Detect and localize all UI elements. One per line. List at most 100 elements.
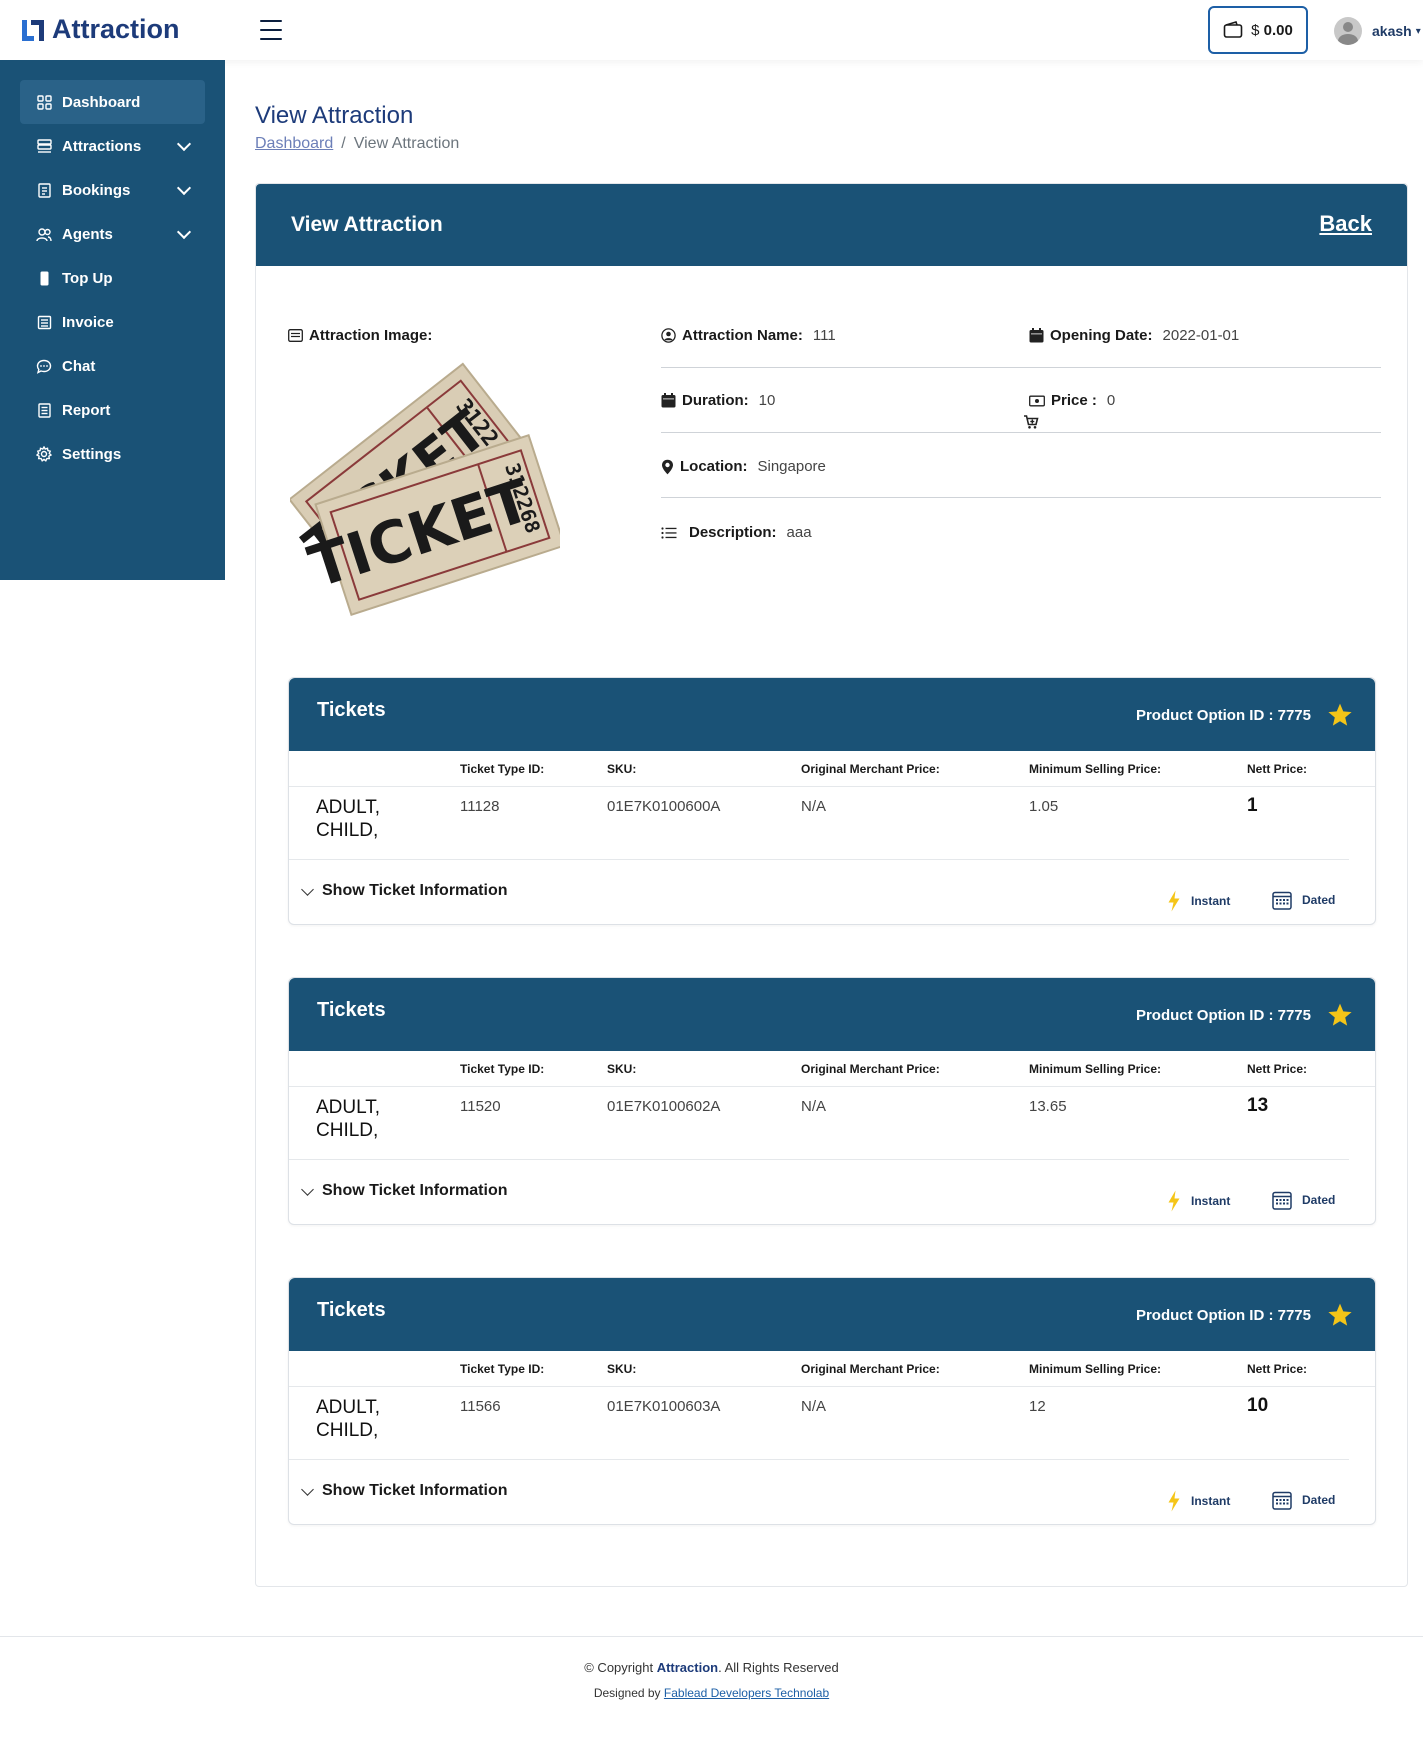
- star-icon[interactable]: [1327, 1002, 1353, 1028]
- product-option-id: Product Option ID : 7775: [1135, 707, 1311, 724]
- ticket-card-header: Tickets Product Option ID : 7775: [289, 678, 1375, 751]
- attraction-image-field: Attraction Image:: [288, 327, 432, 344]
- divider: [661, 497, 1381, 498]
- sidebar-item-settings[interactable]: Settings: [20, 432, 205, 476]
- ticket-nett-price: 13: [1247, 1095, 1269, 1116]
- sidebar-item-label: Attractions: [62, 137, 142, 155]
- ticket-min-selling-price: 12: [1029, 1398, 1046, 1415]
- show-ticket-info-toggle[interactable]: Show Ticket Information: [301, 1482, 508, 1500]
- instant-label: Instant: [1191, 894, 1231, 908]
- show-ticket-info-toggle[interactable]: Show Ticket Information: [301, 1182, 508, 1200]
- designed-prefix: Designed by: [593, 1686, 661, 1700]
- price-value: 0: [1106, 392, 1116, 409]
- sidebar: Dashboard Attractions Bookings Agents To…: [0, 60, 225, 580]
- sidebar-item-label: Agents: [62, 225, 113, 243]
- designer-link[interactable]: Fablead Developers Technolab: [664, 1686, 829, 1700]
- ticket-nett-price: 10: [1247, 1395, 1269, 1416]
- brand-logo[interactable]: Attraction: [20, 14, 180, 45]
- user-circle-icon: [661, 328, 676, 343]
- ticket-min-selling-price: 1.05: [1029, 798, 1059, 815]
- star-icon[interactable]: [1327, 702, 1353, 728]
- brand-name: Attraction: [52, 14, 180, 44]
- col-header-type-id: Ticket Type ID:: [460, 762, 545, 776]
- cart-icon: [1024, 415, 1039, 429]
- calendar-grid-icon: [1272, 1491, 1292, 1510]
- chevron-down-icon: [301, 882, 314, 896]
- sidebar-item-agents[interactable]: Agents: [20, 212, 205, 256]
- attraction-name-label: Attraction Name:: [682, 327, 803, 344]
- star-icon[interactable]: [1327, 1302, 1353, 1328]
- add-to-cart-button[interactable]: [1023, 414, 1039, 430]
- col-header-msp: Minimum Selling Price:: [1029, 1062, 1162, 1076]
- ticket-type-line: ADULT,: [316, 1097, 381, 1118]
- opening-date-field: Opening Date: 2022-01-01: [1029, 327, 1239, 344]
- wallet-balance-button[interactable]: $ 0.00: [1208, 6, 1308, 54]
- menu-toggle-icon[interactable]: [260, 20, 282, 40]
- ticket-type: ADULT, CHILD,: [316, 1096, 380, 1142]
- users-icon: [36, 226, 52, 242]
- ticket-type-line: ADULT,: [316, 1397, 381, 1418]
- ticket-type-line: CHILD,: [316, 820, 379, 841]
- dated-badge: Dated: [1272, 1490, 1335, 1510]
- description-value: aaa: [786, 524, 812, 541]
- copyright-prefix: © Copyright: [584, 1660, 654, 1675]
- card-title: View Attraction: [291, 213, 443, 236]
- attraction-name-value: 111: [812, 327, 836, 344]
- wallet-amount: 0.00: [1263, 21, 1293, 39]
- calendar-icon: [1029, 328, 1044, 343]
- sidebar-item-invoice[interactable]: Invoice: [20, 300, 205, 344]
- col-header-nett: Nett Price:: [1247, 1362, 1308, 1376]
- sidebar-item-bookings[interactable]: Bookings: [20, 168, 205, 212]
- price-label: Price :: [1051, 392, 1097, 409]
- ticket-type-id: 11128: [460, 798, 500, 815]
- breadcrumb: Dashboard / View Attraction: [255, 135, 459, 153]
- breadcrumb-home-link[interactable]: Dashboard: [255, 135, 333, 152]
- sidebar-item-label: Invoice: [62, 313, 114, 331]
- sidebar-item-label: Settings: [62, 445, 122, 463]
- back-link[interactable]: Back: [1319, 211, 1372, 237]
- description-label: Description:: [689, 524, 777, 541]
- document-icon: [36, 182, 52, 198]
- dated-badge: Dated: [1272, 1190, 1335, 1210]
- lightning-icon: [1168, 1190, 1180, 1212]
- location-value: Singapore: [757, 458, 826, 475]
- sidebar-item-chat[interactable]: Chat: [20, 344, 205, 388]
- col-header-omp: Original Merchant Price:: [801, 1362, 940, 1376]
- ticket-type-id: 11566: [460, 1398, 501, 1415]
- ticket-original-merchant-price: N/A: [801, 1398, 827, 1415]
- ticket-sku: 01E7K0100603A: [607, 1398, 721, 1415]
- ticket-option-card: Tickets Product Option ID : 7775 Ticket …: [288, 677, 1376, 925]
- sidebar-item-attractions[interactable]: Attractions: [20, 124, 205, 168]
- breadcrumb-separator: /: [341, 135, 346, 152]
- ticket-option-card: Tickets Product Option ID : 7775 Ticket …: [288, 977, 1376, 1225]
- sidebar-item-label: Dashboard: [62, 93, 141, 111]
- user-menu[interactable]: akash ▾: [1334, 17, 1421, 45]
- sidebar-item-report[interactable]: Report: [20, 388, 205, 432]
- sidebar-item-top-up[interactable]: Top Up: [20, 256, 205, 300]
- list-icon: [661, 526, 677, 539]
- ticket-type: ADULT, CHILD,: [316, 796, 380, 842]
- show-ticket-info-toggle[interactable]: Show Ticket Information: [301, 882, 508, 900]
- ticket-original-merchant-price: N/A: [801, 1098, 827, 1115]
- duration-value: 10: [758, 392, 776, 409]
- price-field: Price : 0: [1029, 392, 1115, 409]
- col-header-sku: SKU:: [607, 1062, 637, 1076]
- ticket-option-card: Tickets Product Option ID : 7775 Ticket …: [288, 1277, 1376, 1525]
- footer-divider: [0, 1636, 1423, 1637]
- divider: [661, 367, 1381, 368]
- dated-label: Dated: [1302, 893, 1336, 907]
- opening-date-value: 2022-01-01: [1162, 327, 1240, 344]
- show-ticket-info-label: Show Ticket Information: [322, 1482, 508, 1499]
- chevron-down-icon: [176, 180, 192, 196]
- calendar-icon: [661, 393, 676, 408]
- col-header-type-id: Ticket Type ID:: [460, 1062, 545, 1076]
- chat-icon: [36, 358, 52, 374]
- ticket-min-selling-price: 13.65: [1029, 1098, 1067, 1115]
- duration-label: Duration:: [682, 392, 749, 409]
- sidebar-item-label: Chat: [62, 357, 96, 375]
- ticket-card-header: Tickets Product Option ID : 7775: [289, 978, 1375, 1051]
- card-text-icon: [288, 329, 303, 342]
- sidebar-item-dashboard[interactable]: Dashboard: [20, 80, 205, 124]
- instant-label: Instant: [1191, 1194, 1231, 1208]
- col-header-sku: SKU:: [607, 762, 637, 776]
